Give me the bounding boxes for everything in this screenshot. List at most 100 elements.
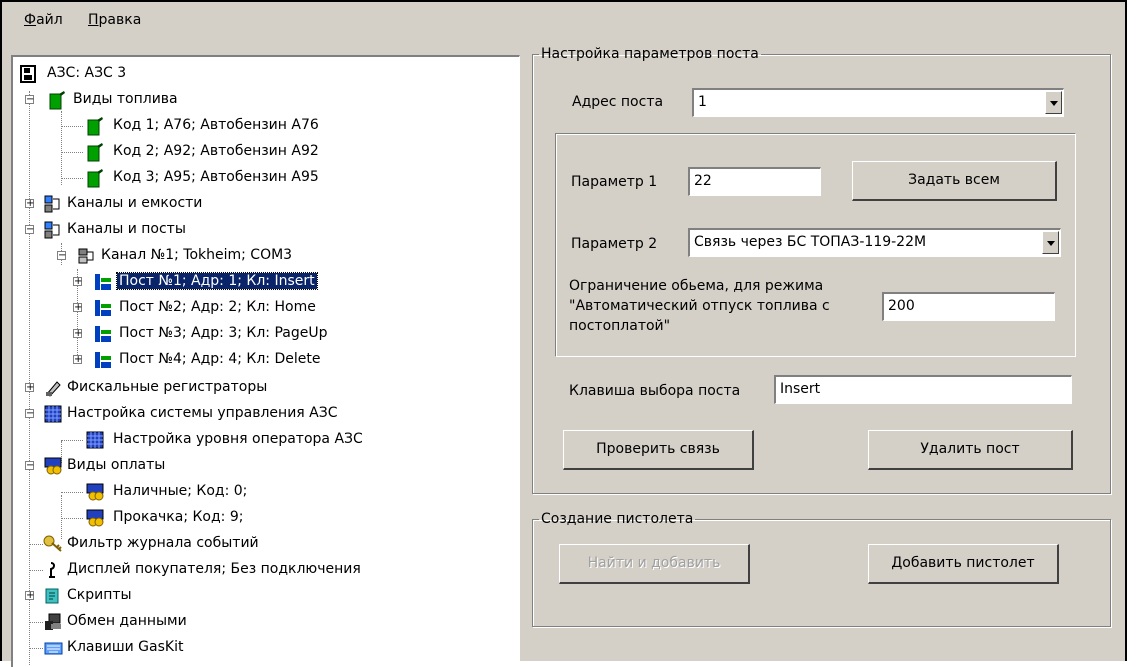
param2-value: Связь через БС ТОПАЗ-119-22М: [694, 234, 927, 250]
expand-icon[interactable]: +: [73, 303, 82, 313]
display-icon: [49, 562, 55, 578]
check-connection-button[interactable]: Проверить связь: [563, 430, 754, 470]
object-tree[interactable]: АЗС: АЗС 3 − Виды топлива Код 1; А76; Ав…: [11, 55, 520, 667]
tree-label: Виды оплаты: [67, 457, 166, 473]
tree-item-post-3[interactable]: + Пост №3; Адр: 3; Кл: PageUp: [13, 323, 513, 345]
tree-label: Код 1; А76; Автобензин А76: [113, 117, 319, 133]
fuel-can-icon: [87, 169, 103, 188]
expand-icon[interactable]: +: [25, 591, 34, 601]
collapse-icon[interactable]: −: [25, 95, 34, 105]
expand-icon[interactable]: +: [25, 199, 34, 209]
delete-post-button[interactable]: Удалить пост: [868, 430, 1073, 470]
tree-line: [29, 648, 43, 649]
tree-label: Наличные; Код: 0;: [113, 483, 248, 499]
payment-icon: [86, 483, 104, 501]
address-value: 1: [698, 94, 707, 110]
post-key-label: Клавиша выбора поста: [569, 383, 741, 399]
expand-icon[interactable]: +: [73, 329, 82, 339]
menu-edit[interactable]: Правка: [88, 12, 141, 28]
tree-item-event-filter[interactable]: Фильтр журнала событий: [13, 533, 513, 555]
pump-post-icon: [95, 274, 111, 290]
volume-limit-label-line: постоплатой": [569, 318, 671, 334]
fuel-can-icon: [49, 91, 65, 110]
grid-settings-icon: [44, 405, 62, 423]
address-combo[interactable]: 1: [692, 88, 1064, 117]
tree-label: Каналы и емкости: [67, 195, 203, 211]
expand-icon[interactable]: +: [73, 277, 82, 287]
param2-combo[interactable]: Связь через БС ТОПАЗ-119-22М: [688, 228, 1061, 257]
chevron-down-icon[interactable]: [1045, 91, 1062, 114]
tree-item-gaskit-keys[interactable]: Клавиши GasKit: [13, 637, 513, 659]
tree-line: [29, 544, 43, 545]
tree-label: Дисплей покупателя; Без подключения: [67, 561, 361, 577]
tree-item-post-4[interactable]: + Пост №4; Адр: 4; Кл: Delete: [13, 349, 513, 371]
tree-item-pay-pump[interactable]: Прокачка; Код: 9;: [13, 507, 513, 529]
key-icon: [43, 535, 62, 552]
tree-item-channel-1[interactable]: − Канал №1; Tokheim; COM3: [13, 245, 513, 267]
tree-label: Настройка уровня оператора АЗС: [113, 431, 363, 447]
tree-label: Пост №4; Адр: 4; Кл: Delete: [119, 351, 321, 367]
tree-item-operator-level[interactable]: Настройка уровня оператора АЗС: [13, 429, 513, 451]
tree-item-scripts[interactable]: + Скрипты: [13, 585, 513, 607]
station-icon: [20, 65, 36, 83]
tree-item-payment-types[interactable]: − Виды оплаты: [13, 455, 513, 477]
tree-label: Фильтр журнала событий: [67, 535, 259, 551]
tree-item-fuel-types[interactable]: − Виды топлива: [13, 89, 513, 111]
tree-item-post-1[interactable]: + Пост №1; Адр: 1; Кл: Insert: [13, 271, 513, 293]
script-icon: [45, 588, 59, 604]
tree-item-root[interactable]: АЗС: АЗС 3: [13, 63, 513, 85]
tree-label: Скрипты: [67, 587, 132, 603]
tree-item-fuel-3[interactable]: Код 3; А95; Автобензин А95: [13, 167, 513, 189]
set-all-button[interactable]: Задать всем: [852, 161, 1057, 201]
tree-label: АЗС: АЗС 3: [47, 65, 127, 81]
tree-label: Обмен данными: [67, 613, 187, 629]
address-label: Адрес поста: [572, 94, 664, 110]
tree-item-fuel-1[interactable]: Код 1; А76; Автобензин А76: [13, 115, 513, 137]
collapse-icon[interactable]: −: [25, 409, 34, 419]
tree-line: [61, 492, 83, 493]
tree-item-customer-display[interactable]: Дисплей покупателя; Без подключения: [13, 559, 513, 581]
collapse-icon[interactable]: −: [25, 225, 34, 235]
tree-label: Канал №1; Tokheim; COM3: [101, 247, 293, 263]
chevron-down-icon[interactable]: [1042, 231, 1059, 254]
tree-line: [61, 178, 83, 179]
menu-bar: Файл Правка: [2, 2, 1125, 38]
computer-icon: [45, 613, 61, 630]
expand-icon[interactable]: +: [73, 355, 82, 365]
post-key-value: Insert: [780, 381, 821, 397]
tree-label: Код 2; А92; Автобензин А92: [113, 143, 319, 159]
post-key-input[interactable]: Insert: [774, 375, 1072, 404]
tree-label-selected: Пост №1; Адр: 1; Кл: Insert: [116, 272, 318, 290]
tree-item-post-2[interactable]: + Пост №2; Адр: 2; Кл: Home: [13, 297, 513, 319]
volume-limit-input[interactable]: 200: [882, 292, 1055, 321]
tree-item-channels-tanks[interactable]: + Каналы и емкости: [13, 193, 513, 215]
group-title: Создание пистолета: [541, 511, 694, 527]
tree-label: Код 3; А95; Автобензин А95: [113, 169, 319, 185]
tree-line: [61, 152, 83, 153]
collapse-icon[interactable]: −: [25, 461, 34, 471]
fuel-can-icon: [87, 143, 103, 162]
tree-item-fiscal[interactable]: + Фискальные регистраторы: [13, 377, 513, 399]
collapse-icon[interactable]: −: [57, 251, 66, 261]
tree-item-control-setup[interactable]: − Настройка системы управления АЗС: [13, 403, 513, 425]
param1-label: Параметр 1: [571, 174, 658, 190]
tree-item-data-exchange[interactable]: Обмен данными: [13, 611, 513, 633]
tree-label: Пост №3; Адр: 3; Кл: PageUp: [119, 325, 328, 341]
add-nozzle-button[interactable]: Добавить пистолет: [868, 544, 1059, 584]
param1-input[interactable]: 22: [688, 167, 821, 196]
tree-line: [29, 622, 43, 623]
tree-label: Каналы и посты: [67, 221, 186, 237]
pump-post-icon: [95, 300, 111, 316]
menu-file[interactable]: Файл: [24, 12, 63, 28]
expand-icon[interactable]: +: [25, 383, 34, 393]
group-title: Настройка параметров поста: [541, 46, 759, 62]
param1-value: 22: [694, 173, 712, 189]
tree-item-channels-posts[interactable]: − Каналы и посты: [13, 219, 513, 241]
tree-item-fuel-2[interactable]: Код 2; А92; Автобензин А92: [13, 141, 513, 163]
tree-item-pay-cash[interactable]: Наличные; Код: 0;: [13, 481, 513, 503]
volume-limit-label-line: "Автоматический отпуск топлива с: [569, 298, 830, 314]
volume-limit-label: Ограничение обьема, для режима "Автомати…: [569, 276, 830, 336]
payment-icon: [86, 509, 104, 527]
tree-line: [61, 518, 83, 519]
payment-icon: [44, 457, 62, 475]
